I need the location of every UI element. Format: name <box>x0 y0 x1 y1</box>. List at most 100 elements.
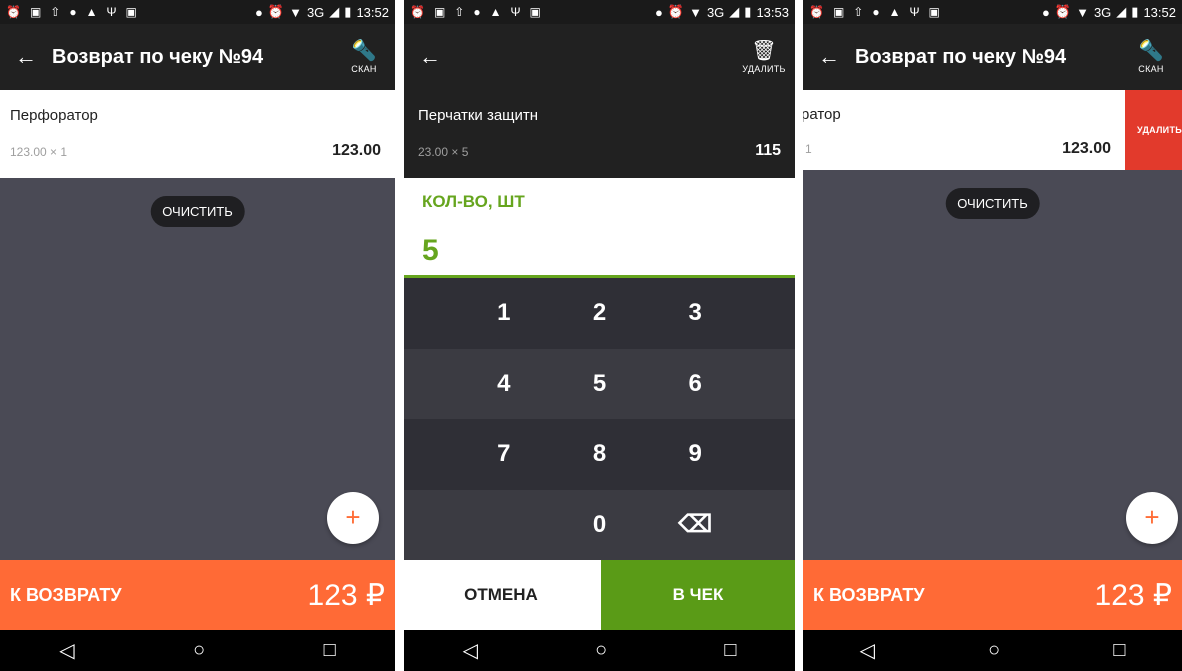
upload-icon: ⇧ <box>50 5 61 19</box>
key-2[interactable]: 2 <box>552 299 648 327</box>
upload-icon: ⇧ <box>853 5 864 19</box>
wifi-icon: ▼ <box>1076 4 1089 20</box>
battery-icon: ▮ <box>1131 4 1139 19</box>
image-icon: ▣ <box>125 5 137 19</box>
scan-label: СКАН <box>351 64 377 74</box>
key-9[interactable]: 9 <box>647 440 743 468</box>
nav-recents-icon[interactable]: □ <box>324 639 336 662</box>
key-5[interactable]: 5 <box>552 370 648 398</box>
image-icon: ▣ <box>29 5 42 19</box>
swiped-list-item[interactable]: ратор 1 123.00 УДАЛИТЬ <box>803 90 1182 170</box>
alarm-icon: ⏰ <box>1054 4 1072 19</box>
list-item[interactable]: Перфоратор 123.00 × 1 123.00 <box>0 90 395 178</box>
back-arrow-icon[interactable]: ← <box>0 24 52 90</box>
key-1[interactable]: 1 <box>456 299 552 327</box>
screen-quantity-edit: ⏰ ▣ ⇧ ● ▲ Ψ ▣ ● ⏰ ▼ 3G ◢ ▮ 13:53 ← 🗑 УДА… <box>404 0 795 671</box>
image-icon: ▣ <box>928 5 940 19</box>
scan-button[interactable]: 🔦 СКАН <box>333 40 395 74</box>
key-8[interactable]: 8 <box>552 440 648 468</box>
item-sum: 123.00 <box>332 142 381 159</box>
android-icon: ▲ <box>888 5 901 19</box>
key-7[interactable]: 7 <box>456 440 552 468</box>
scanner-icon: 🔦 <box>351 40 377 62</box>
list-item[interactable]: ратор 1 123.00 <box>803 90 1125 170</box>
item-qty: 23.00 × 5 <box>418 145 469 159</box>
total-label: К ВОЗВРАТУ <box>10 584 122 605</box>
total-amount: 123 ₽ <box>307 578 385 612</box>
signal-icon: ◢ <box>329 4 340 19</box>
usb-icon: Ψ <box>510 5 521 19</box>
item-name: ратор <box>803 106 841 123</box>
item-name: Перчатки защитн <box>418 107 539 124</box>
scan-label: СКАН <box>1138 64 1164 74</box>
battery-icon: ▮ <box>344 4 352 19</box>
page-title: Возврат по чеку №94 <box>52 45 264 68</box>
image-icon: ▣ <box>832 5 845 19</box>
clock: 13:53 <box>756 4 789 20</box>
nav-recents-icon[interactable]: □ <box>724 639 736 662</box>
scan-button[interactable]: 🔦 СКАН <box>1120 40 1182 74</box>
swipe-delete-button[interactable]: УДАЛИТЬ <box>1125 90 1182 170</box>
return-total-bar[interactable]: К ВОЗВРАТУ 123 ₽ <box>803 560 1182 630</box>
back-arrow-icon[interactable]: ← <box>803 24 855 90</box>
status-bar: ⏰ ▣ ⇧ ● ▲ Ψ ▣ ● ⏰ ▼ 3G ◢ ▮ 13:52 <box>803 0 1182 24</box>
key-6[interactable]: 6 <box>647 370 743 398</box>
system-nav-bar: ◁ ○ □ <box>803 630 1182 671</box>
status-bar: ⏰ ▣ ⇧ ● ▲ Ψ ▣ ● ⏰ ▼ 3G ◢ ▮ 13:53 <box>404 0 795 24</box>
screen-return-list: ⏰ ▣ ⇧ ● ▲ Ψ ▣ ● ⏰ ▼ 3G ◢ ▮ 13:52 ← Возвр… <box>0 0 395 671</box>
item-sum: 123.00 <box>1062 140 1111 157</box>
key-0[interactable]: 0 <box>552 511 648 539</box>
image-icon: ▣ <box>529 5 541 19</box>
wifi-icon: ▼ <box>289 4 302 20</box>
app-bar: ← 🗑 УДАЛИТЬ <box>404 24 795 90</box>
alarm-icon: ⏰ <box>6 5 21 19</box>
system-nav-bar: ◁ ○ □ <box>0 630 395 671</box>
system-nav-bar: ◁ ○ □ <box>404 630 795 671</box>
location-icon: ● <box>1042 4 1050 20</box>
back-arrow-icon[interactable]: ← <box>404 24 456 90</box>
nav-home-icon[interactable]: ○ <box>595 639 607 662</box>
upload-icon: ⇧ <box>454 5 465 19</box>
usb-icon: Ψ <box>909 5 920 19</box>
nav-home-icon[interactable]: ○ <box>193 639 205 662</box>
nav-back-icon[interactable]: ◁ <box>463 638 478 663</box>
cancel-button[interactable]: ОТМЕНА <box>404 560 598 630</box>
backspace-icon[interactable]: ⌫ <box>647 510 743 539</box>
total-amount: 123 ₽ <box>1094 578 1172 612</box>
android-icon: ● <box>69 5 77 19</box>
android-icon: ▲ <box>489 5 502 19</box>
app-bar: ← Возврат по чеку №94 🔦 СКАН <box>0 24 395 90</box>
alarm-icon: ⏰ <box>267 4 285 19</box>
status-bar: ⏰ ▣ ⇧ ● ▲ Ψ ▣ ● ⏰ ▼ 3G ◢ ▮ 13:52 <box>0 0 395 24</box>
nav-back-icon[interactable]: ◁ <box>59 638 74 663</box>
add-item-button[interactable]: + <box>327 492 379 544</box>
battery-icon: ▮ <box>744 4 752 19</box>
add-to-check-button[interactable]: В ЧЕК <box>601 560 795 630</box>
quantity-field[interactable]: КОЛ-ВО, ШТ 5 <box>404 178 795 278</box>
nav-recents-icon[interactable]: □ <box>1113 639 1125 662</box>
add-item-button[interactable]: + <box>1126 492 1178 544</box>
quantity-label: КОЛ-ВО, ШТ <box>422 192 525 211</box>
nav-back-icon[interactable]: ◁ <box>860 638 875 663</box>
usb-icon: Ψ <box>106 5 117 19</box>
quantity-value[interactable]: 5 <box>422 234 439 268</box>
trash-icon: 🗑 <box>751 40 777 62</box>
list-area: ОЧИСТИТЬ + <box>803 170 1182 560</box>
list-area: ОЧИСТИТЬ + <box>0 178 395 560</box>
dialog-actions: ОТМЕНА В ЧЕК <box>404 560 795 630</box>
return-total-bar[interactable]: К ВОЗВРАТУ 123 ₽ <box>0 560 395 630</box>
delete-label: УДАЛИТЬ <box>742 64 786 74</box>
clear-button[interactable]: ОЧИСТИТЬ <box>150 196 245 227</box>
delete-button[interactable]: 🗑 УДАЛИТЬ <box>733 40 795 74</box>
item-sum: 115 <box>755 142 781 159</box>
item-qty: 123.00 × 1 <box>10 145 68 159</box>
selected-item: Перчатки защитн 23.00 × 5 115 <box>404 90 795 178</box>
key-4[interactable]: 4 <box>456 370 552 398</box>
page-title: Возврат по чеку №94 <box>855 45 1067 68</box>
numeric-keypad: 1 2 3 4 5 6 7 8 9 0 ⌫ <box>404 278 795 560</box>
scanner-icon: 🔦 <box>1138 40 1164 62</box>
clear-button[interactable]: ОЧИСТИТЬ <box>945 188 1040 219</box>
nav-home-icon[interactable]: ○ <box>988 639 1000 662</box>
key-3[interactable]: 3 <box>647 299 743 327</box>
alarm-icon: ⏰ <box>809 5 824 19</box>
